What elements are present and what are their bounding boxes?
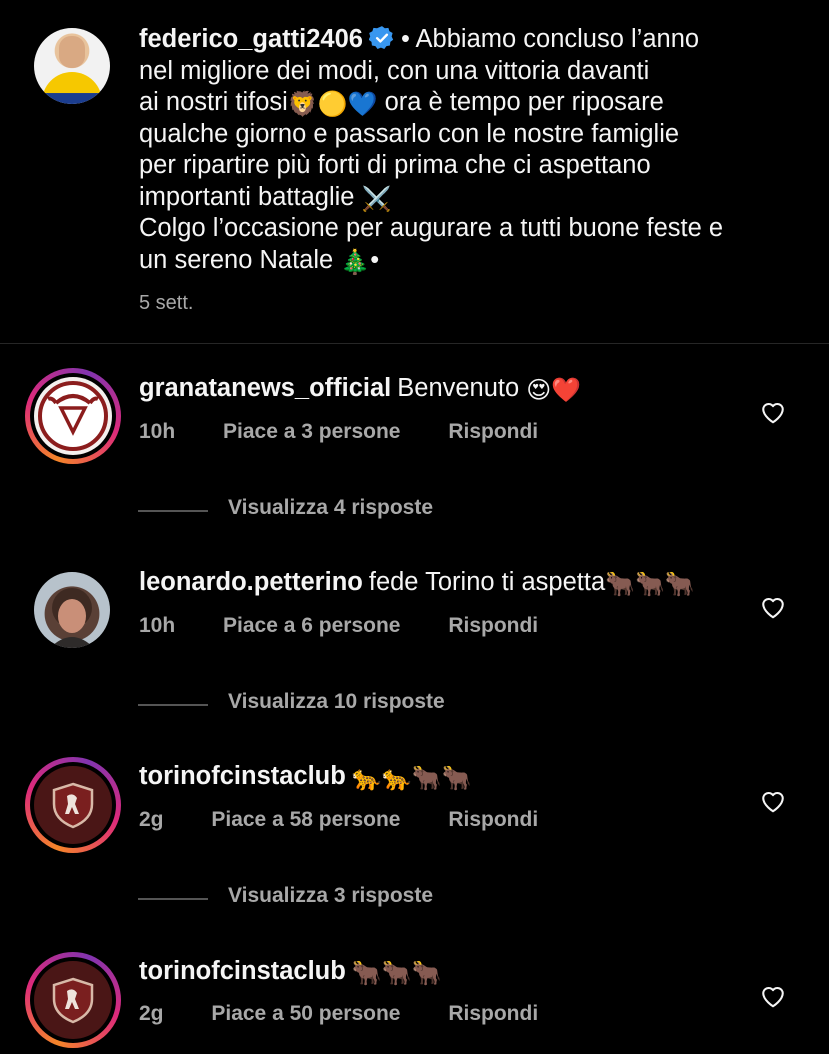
comment-username[interactable]: torinofcinstaclub — [139, 957, 346, 985]
comment-avatar-story-ring[interactable] — [25, 757, 121, 853]
caption-author-avatar[interactable] — [34, 28, 110, 104]
comment-emoji: 😍❤️ — [526, 377, 582, 404]
comment-username[interactable]: torinofcinstaclub — [139, 762, 346, 790]
caption-emoji-tifosi: 🦁🟡💙 — [287, 91, 378, 118]
granatanews-logo-icon — [34, 377, 112, 455]
heart-outline-icon[interactable] — [760, 984, 786, 1008]
comment-meta: 10h Piace a 3 persone Rispondi — [139, 420, 538, 444]
torino-shield-icon — [34, 961, 112, 1039]
caption-username[interactable]: federico_gatti2406 — [139, 25, 363, 53]
caption-line-6: per ripartire più forti di prima che ci … — [139, 151, 651, 179]
comment-username[interactable]: granatanews_official — [139, 374, 391, 402]
caption-emoji-battaglie: ⚔️ — [361, 185, 392, 213]
torino-shield-icon — [34, 766, 112, 844]
person-photo-icon — [50, 588, 94, 648]
comment-meta: 10h Piace a 6 persone Rispondi — [139, 614, 538, 638]
comment-meta: 2g Piace a 50 persone Rispondi — [139, 1002, 538, 1026]
caption-text: federico_gatti2406 • Abbiamo concluso l’a… — [139, 24, 799, 276]
comment-emoji: 🐆🐆🐂🐂 — [351, 765, 472, 792]
heart-outline-icon[interactable] — [760, 595, 786, 619]
comment-text-row: granatanews_official Benvenuto 😍❤️ — [139, 372, 581, 404]
heart-outline-icon[interactable] — [760, 400, 786, 424]
comment-body: fede Torino ti aspetta — [368, 568, 606, 596]
caption-timestamp: 5 sett. — [139, 292, 194, 314]
caption-line-3: ai nostri tifosi — [139, 88, 288, 116]
view-replies-label[interactable]: Visualizza 4 risposte — [228, 496, 433, 520]
caption-line-1: • Abbiamo concluso l’anno — [400, 25, 700, 53]
comment-text-row: leonardo.petterino fede Torino ti aspetta… — [139, 566, 695, 598]
view-replies-label[interactable]: Visualizza 3 risposte — [228, 884, 433, 908]
comment-meta: 2g Piace a 58 persone Rispondi — [139, 808, 538, 832]
replies-divider-line — [138, 510, 208, 512]
replies-divider-line — [138, 704, 208, 706]
caption-line-8: Colgo l’occasione per augurare a tutti b… — [139, 214, 724, 242]
comment-text-row: torinofcinstaclub 🐂🐂🐂 — [139, 955, 442, 987]
reply-button[interactable]: Rispondi — [448, 614, 538, 638]
comment-avatar-story-ring[interactable] — [25, 368, 121, 464]
verified-badge-icon — [368, 26, 394, 49]
comment-likes-link[interactable]: Piace a 50 persone — [211, 1002, 400, 1026]
caption-line-5: qualche giorno e passarlo con le nostre … — [139, 119, 680, 148]
avatar-jersey-shape — [42, 72, 102, 104]
comment-time: 2g — [139, 1002, 164, 1025]
heart-outline-icon[interactable] — [760, 789, 786, 813]
comment-likes-link[interactable]: Piace a 3 persone — [223, 420, 400, 444]
caption-emoji-natale: 🎄 — [340, 248, 371, 276]
caption-line-4: ora è tempo per riposare — [384, 88, 664, 116]
caption-divider — [0, 343, 829, 344]
comment-emoji: 🐂🐂🐂 — [351, 960, 442, 987]
comment-time: 10h — [139, 420, 176, 443]
caption-line-9: un sereno Natale — [139, 245, 334, 274]
comment-likes-link[interactable]: Piace a 6 persone — [223, 614, 400, 638]
comment-emoji: 🐂🐂🐂 — [605, 571, 695, 598]
comment-time: 10h — [139, 614, 176, 637]
reply-button[interactable]: Rispondi — [448, 1002, 538, 1026]
caption-line-7: importanti battaglie — [139, 182, 355, 211]
reply-button[interactable]: Rispondi — [448, 808, 538, 832]
post-caption: federico_gatti2406 • Abbiamo concluso l’a… — [0, 0, 829, 343]
caption-line-2: nel migliore dei modi, con una vittoria … — [139, 56, 650, 85]
comment-body: Benvenuto — [397, 374, 520, 402]
comment-likes-link[interactable]: Piace a 58 persone — [211, 808, 400, 832]
avatar-head-shape — [59, 36, 85, 68]
comment-username[interactable]: leonardo.petterino — [139, 568, 363, 596]
comment-text-row: torinofcinstaclub 🐆🐆🐂🐂 — [139, 760, 471, 792]
comment-time: 2g — [139, 808, 164, 831]
caption-line-10: • — [370, 245, 380, 274]
view-replies-label[interactable]: Visualizza 10 risposte — [228, 690, 445, 714]
replies-divider-line — [138, 898, 208, 900]
comment-avatar-story-ring[interactable] — [25, 952, 121, 1048]
reply-button[interactable]: Rispondi — [448, 420, 538, 444]
comment-avatar[interactable] — [34, 572, 110, 648]
